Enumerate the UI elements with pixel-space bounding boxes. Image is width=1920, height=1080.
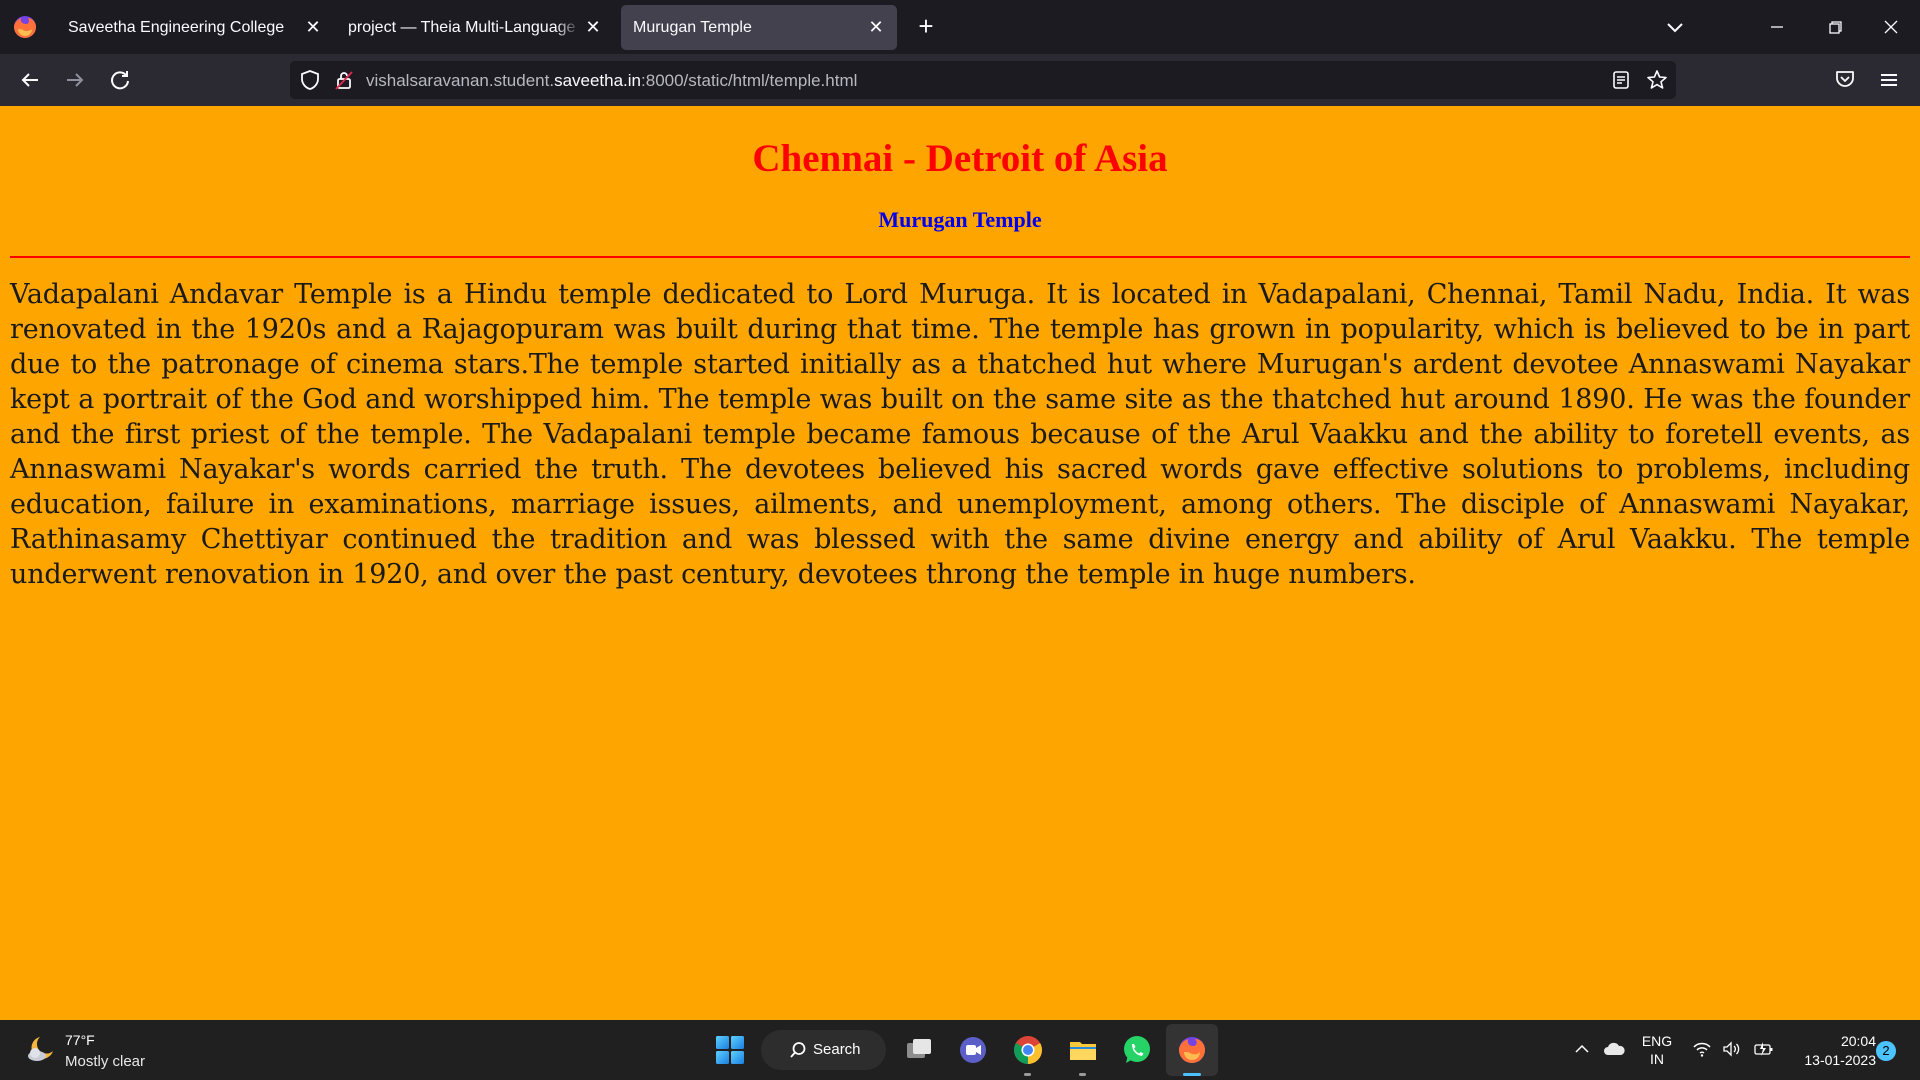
close-window-icon[interactable] xyxy=(1876,12,1906,42)
language-code: ENG xyxy=(1641,1033,1673,1049)
new-tab-button[interactable]: + xyxy=(912,12,940,40)
active-app-indicator xyxy=(1183,1073,1201,1076)
clock-time: 20:04 xyxy=(1840,1033,1876,1049)
input-language-indicator[interactable]: ENG IN xyxy=(1640,1032,1674,1068)
pocket-icon[interactable] xyxy=(1833,67,1857,91)
url-suffix: :8000/static/html/temple.html xyxy=(641,71,858,90)
insecure-lock-icon[interactable] xyxy=(333,69,355,91)
teams-chat-icon[interactable] xyxy=(957,1034,989,1066)
url-text[interactable]: vishalsaravanan.student.saveetha.in:8000… xyxy=(366,71,857,91)
back-arrow-icon[interactable] xyxy=(16,66,44,94)
running-indicator xyxy=(1024,1073,1031,1076)
restore-icon[interactable] xyxy=(1820,12,1850,42)
windows-start-icon[interactable] xyxy=(714,1034,746,1066)
wifi-icon[interactable] xyxy=(1692,1040,1712,1058)
bookmark-star-icon[interactable] xyxy=(1645,68,1669,92)
clock[interactable]: 20:04 13-01-2023 xyxy=(1786,1032,1876,1070)
tab-title: Saveetha Engineering College xyxy=(68,19,285,36)
body-paragraph: Vadapalani Andavar Temple is a Hindu tem… xyxy=(10,279,1910,590)
volume-icon[interactable] xyxy=(1722,1040,1742,1058)
minimize-icon[interactable] xyxy=(1762,12,1792,42)
page-subtitle: Murugan Temple xyxy=(878,207,1042,232)
url-prefix: vishalsaravanan.student. xyxy=(366,71,555,90)
horizontal-rule xyxy=(10,256,1910,258)
weather-temperature: 77°F xyxy=(65,1032,95,1048)
firefox-menu-icon[interactable] xyxy=(10,12,40,42)
tab-title: project — Theia Multi-Language Ex xyxy=(348,19,598,36)
chrome-icon[interactable] xyxy=(1012,1034,1044,1066)
running-indicator xyxy=(1079,1073,1086,1076)
task-view-icon[interactable] xyxy=(903,1034,935,1066)
forward-arrow-icon[interactable] xyxy=(61,66,89,94)
weather-condition: Mostly clear xyxy=(65,1053,146,1070)
reload-icon[interactable] xyxy=(106,66,134,94)
reader-view-icon[interactable] xyxy=(1610,69,1632,91)
web-page-content: Chennai - Detroit of Asia Murugan Temple… xyxy=(0,106,1920,1020)
tab-title: Murugan Temple xyxy=(633,19,752,36)
tab-close-icon[interactable]: ✕ xyxy=(302,16,324,38)
search-label: Search xyxy=(813,1041,861,1058)
windows-taskbar: 77°F Mostly clear Search ENG IN 20:04 13… xyxy=(0,1020,1920,1080)
tab-saveetha[interactable]: Saveetha Engineering College ✕ xyxy=(56,5,328,50)
taskbar-search-button[interactable]: Search xyxy=(761,1030,886,1070)
page-title: Chennai - Detroit of Asia xyxy=(752,137,1168,180)
list-all-tabs-chevron-icon[interactable] xyxy=(1662,14,1688,40)
tab-close-icon[interactable]: ✕ xyxy=(582,16,604,38)
moon-cloud-weather-icon xyxy=(28,1037,53,1061)
notification-count-badge[interactable]: 2 xyxy=(1876,1041,1896,1061)
firefox-icon[interactable] xyxy=(1176,1034,1208,1066)
onedrive-cloud-icon[interactable] xyxy=(1602,1040,1626,1058)
whatsapp-icon[interactable] xyxy=(1121,1034,1153,1066)
tab-strip: Saveetha Engineering College ✕ project —… xyxy=(0,0,1920,54)
url-host: saveetha.in xyxy=(554,71,642,90)
hamburger-menu-icon[interactable] xyxy=(1876,67,1902,93)
tracking-protection-shield-icon[interactable] xyxy=(299,69,321,91)
file-explorer-icon[interactable] xyxy=(1067,1034,1099,1066)
clock-date: 13-01-2023 xyxy=(1804,1052,1876,1068)
tab-close-icon[interactable]: ✕ xyxy=(865,16,887,38)
show-hidden-icons-chevron-icon[interactable] xyxy=(1573,1040,1591,1058)
tab-murugan-temple[interactable]: Murugan Temple ✕ xyxy=(621,5,897,50)
address-bar[interactable]: vishalsaravanan.student.saveetha.in:8000… xyxy=(290,61,1676,99)
region-code: IN xyxy=(1650,1051,1664,1067)
search-icon xyxy=(790,1042,806,1058)
navigation-toolbar: vishalsaravanan.student.saveetha.in:8000… xyxy=(0,54,1920,106)
battery-charging-icon[interactable] xyxy=(1753,1040,1775,1058)
tab-theia-project[interactable]: project — Theia Multi-Language Ex ✕ xyxy=(336,5,608,50)
